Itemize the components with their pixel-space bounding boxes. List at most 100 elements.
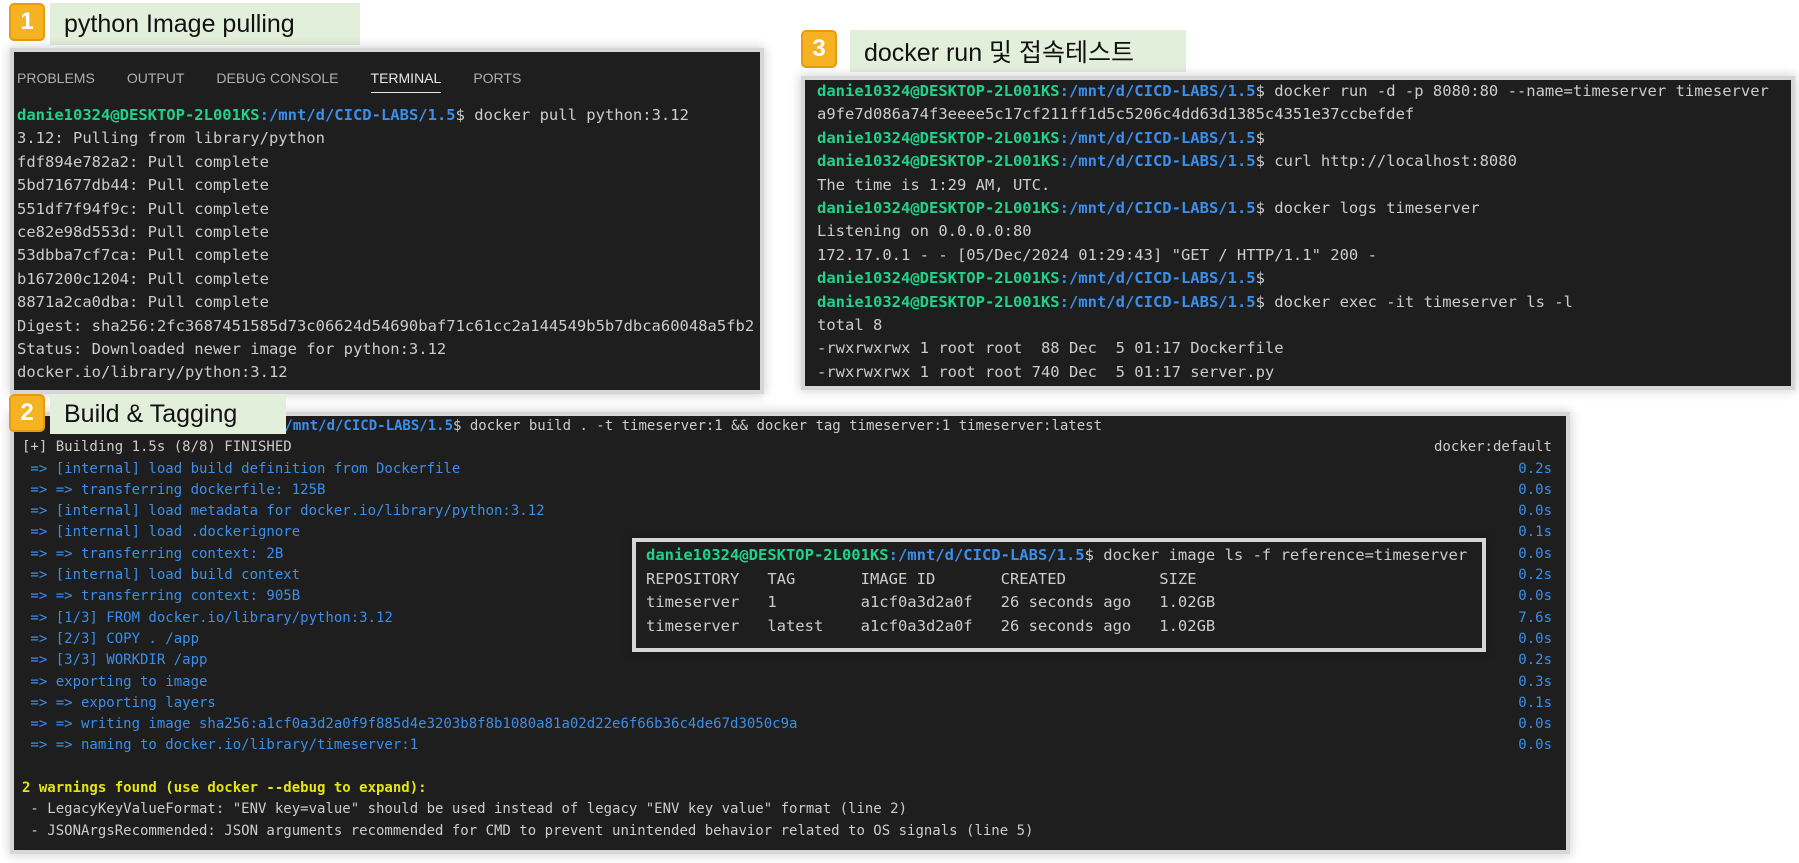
command: $ docker build . -t timeserver:1 && dock… <box>453 418 1103 434</box>
command: $ <box>1255 128 1265 147</box>
step-time: 0.1s <box>1518 524 1552 541</box>
prompt-user: danie10324@DESKTOP-2L001KS <box>17 106 260 124</box>
build-step: => [internal] load build definition from… <box>22 459 1566 480</box>
output-line: a9fe7d086a74f3eeee5c17cf211ff1d5c5206c4d… <box>817 105 1415 124</box>
step-time: 0.0s <box>1518 737 1552 754</box>
prompt-line: danie10324@DESKTOP-2L001KS:/mnt/d/CICD-L… <box>817 291 1791 314</box>
step-time: 0.1s <box>1518 694 1552 711</box>
build-step: => => transferring dockerfile: 125B 0.0s <box>22 480 1566 501</box>
step-text: => [internal] load metadata for docker.i… <box>22 503 545 520</box>
prompt-path: :/mnt/d/CICD-LABS/1.5 <box>1059 152 1256 171</box>
tab-problems[interactable]: PROBLEMS <box>17 64 95 92</box>
build-step: => [internal] load metadata for docker.i… <box>22 501 1566 522</box>
step-time: 0.2s <box>1518 567 1552 584</box>
command: $ docker exec -it timeserver ls -l <box>1255 292 1573 311</box>
output-line: 3.12: Pulling from library/python <box>17 129 325 148</box>
prompt-path: :/mnt/d/CICD-LABS/1.5 <box>1059 82 1256 100</box>
prompt-user: danie10324@DESKTOP-2L001KS <box>817 82 1060 100</box>
step-2-badge: 2 <box>9 394 45 432</box>
step-3-title: docker run 및 접속테스트 <box>850 30 1186 72</box>
prompt-path: :/mnt/d/CICD-LABS/1.5 <box>888 546 1085 564</box>
step-time: 0.2s <box>1518 460 1552 477</box>
prompt-user: danie10324@DESKTOP-2L001KS <box>646 546 889 564</box>
prompt-line: danie10324@DESKTOP-2L001KS:/mnt/d/CICD-L… <box>817 267 1791 290</box>
step-1-badge: 1 <box>9 3 45 41</box>
step-time: 0.2s <box>1518 652 1552 669</box>
prompt-path: :/mnt/d/CICD-LABS/1.5 <box>1059 269 1256 288</box>
build-step: => => exporting layers 0.1s <box>22 693 1566 714</box>
prompt-line: danie10324@DESKTOP-2L001KS:/mnt/d/CICD-L… <box>817 127 1791 150</box>
build-step: => [internal] load .dockerignore 0.1s <box>22 522 1566 543</box>
output-line: Digest: sha256:2fc3687451585d73c06624d54… <box>17 316 755 335</box>
tab-ports[interactable]: PORTS <box>473 64 521 92</box>
output-line: ce82e98d553d: Pull complete <box>17 222 269 241</box>
tab-debug-console[interactable]: DEBUG CONSOLE <box>216 64 338 92</box>
step-3-badge: 3 <box>801 30 837 68</box>
output-line: -rwxrwxrwx 1 root root 740 Dec 5 01:17 s… <box>817 362 1275 381</box>
prompt-line: danie10324@DESKTOP-2L001KS:/mnt/d/CICD-L… <box>817 150 1791 173</box>
prompt-line: danie10324@DESKTOP-2L001KS:/mnt/d/CICD-L… <box>646 544 1482 568</box>
prompt-user: danie10324@DESKTOP-2L001KS <box>817 198 1060 217</box>
output-line: 551df7f94f9c: Pull complete <box>17 199 269 218</box>
output-line: 5bd71677db44: Pull complete <box>17 176 269 195</box>
table-header: REPOSITORY TAG IMAGE ID CREATED SIZE <box>646 569 1197 588</box>
step-text: => => transferring context: 905B <box>22 588 301 605</box>
output-line: total 8 <box>817 315 883 334</box>
warning-line: - LegacyKeyValueFormat: "ENV key=value" … <box>22 801 908 818</box>
step-text: => => transferring context: 2B <box>22 545 284 562</box>
step-1-title: python Image pulling <box>50 3 360 45</box>
step-text: => [2/3] COPY . /app <box>22 630 200 647</box>
prompt-line: danie10324@DESKTOP-2L001KS:/mnt/d/CICD-L… <box>817 80 1791 103</box>
step-time: 0.0s <box>1518 545 1552 562</box>
step-time: 0.0s <box>1518 630 1552 647</box>
prompt-user: danie10324@DESKTOP-2L001KS <box>817 152 1060 171</box>
prompt-path: :/mnt/d/CICD-LABS/1.5 <box>1059 292 1256 311</box>
terminal-image-ls: danie10324@DESKTOP-2L001KS:/mnt/d/CICD-L… <box>636 542 1482 648</box>
step-text: => => naming to docker.io/library/timese… <box>22 737 419 754</box>
step-time: 0.0s <box>1518 503 1552 520</box>
prompt-line: danie10324@DESKTOP-2L001KS:/mnt/d/CICD-L… <box>817 197 1791 220</box>
command: $ docker pull python:3.12 <box>455 106 689 124</box>
builder-name: docker:default <box>1433 439 1552 456</box>
output-line: Listening on 0.0.0.0:80 <box>817 222 1032 241</box>
build-status: [+] Building 1.5s (8/8) FINISHED docker:d… <box>22 437 1566 458</box>
warning-line: - JSONArgsRecommended: JSON arguments re… <box>22 822 1034 839</box>
warnings-header: 2 warnings found (use docker --debug to … <box>22 780 427 797</box>
command: $ docker run -d -p 8080:80 --name=timese… <box>1255 82 1769 100</box>
prompt-path: :/mnt/d/CICD-LABS/1.5 <box>1059 128 1256 147</box>
step-time: 0.3s <box>1518 673 1552 690</box>
command: $ docker logs timeserver <box>1255 198 1480 217</box>
step-text: => [internal] load .dockerignore <box>22 524 301 541</box>
output-line: 172.17.0.1 - - [05/Dec/2024 01:29:43] "G… <box>817 245 1377 264</box>
terminal-run: danie10324@DESKTOP-2L001KS:/mnt/d/CICD-L… <box>805 80 1791 386</box>
prompt-user: danie10324@DESKTOP-2L001KS <box>817 292 1060 311</box>
tab-terminal[interactable]: TERMINAL <box>370 64 442 93</box>
terminal-pull: PROBLEMS OUTPUT DEBUG CONSOLE TERMINAL P… <box>14 52 760 390</box>
prompt-user: danie10324@DESKTOP-2L001KS <box>817 128 1060 147</box>
step-time: 7.6s <box>1518 609 1552 626</box>
output-line: The time is 1:29 AM, UTC. <box>817 175 1051 194</box>
panel-tabs: PROBLEMS OUTPUT DEBUG CONSOLE TERMINAL P… <box>17 60 760 96</box>
build-step: => => naming to docker.io/library/timese… <box>22 735 1566 756</box>
prompt-path: :/mnt/d/CICD-LABS/1.5 <box>259 106 456 124</box>
build-status-text: [+] Building 1.5s (8/8) FINISHED <box>22 439 292 456</box>
output-line: b167200c1204: Pull complete <box>17 269 269 288</box>
output-line: docker.io/library/python:3.12 <box>17 363 288 382</box>
output-line: -rwxrwxrwx 1 root root 88 Dec 5 01:17 Do… <box>817 339 1284 358</box>
prompt-path: :/mnt/d/CICD-LABS/1.5 <box>1059 198 1256 217</box>
build-step: => exporting to image 0.3s <box>22 672 1566 693</box>
step-time: 0.0s <box>1518 716 1552 733</box>
step-time: 0.0s <box>1518 481 1552 498</box>
step-text: => [3/3] WORKDIR /app <box>22 652 208 669</box>
output-line: 53dbba7cf7ca: Pull complete <box>17 246 269 265</box>
output-line: 8871a2ca0dba: Pull complete <box>17 293 269 312</box>
table-row: timeserver latest a1cf0a3d2a0f 26 second… <box>646 616 1216 635</box>
output-line: Status: Downloaded newer image for pytho… <box>17 339 447 358</box>
output-line: fdf894e782a2: Pull complete <box>17 152 269 171</box>
command: $ <box>1255 269 1265 288</box>
command: $ curl http://localhost:8080 <box>1255 152 1517 171</box>
build-step: => [3/3] WORKDIR /app 0.2s <box>22 650 1566 671</box>
step-text: => => writing image sha256:a1cf0a3d2a0f9… <box>22 716 798 733</box>
tab-output[interactable]: OUTPUT <box>127 64 185 92</box>
